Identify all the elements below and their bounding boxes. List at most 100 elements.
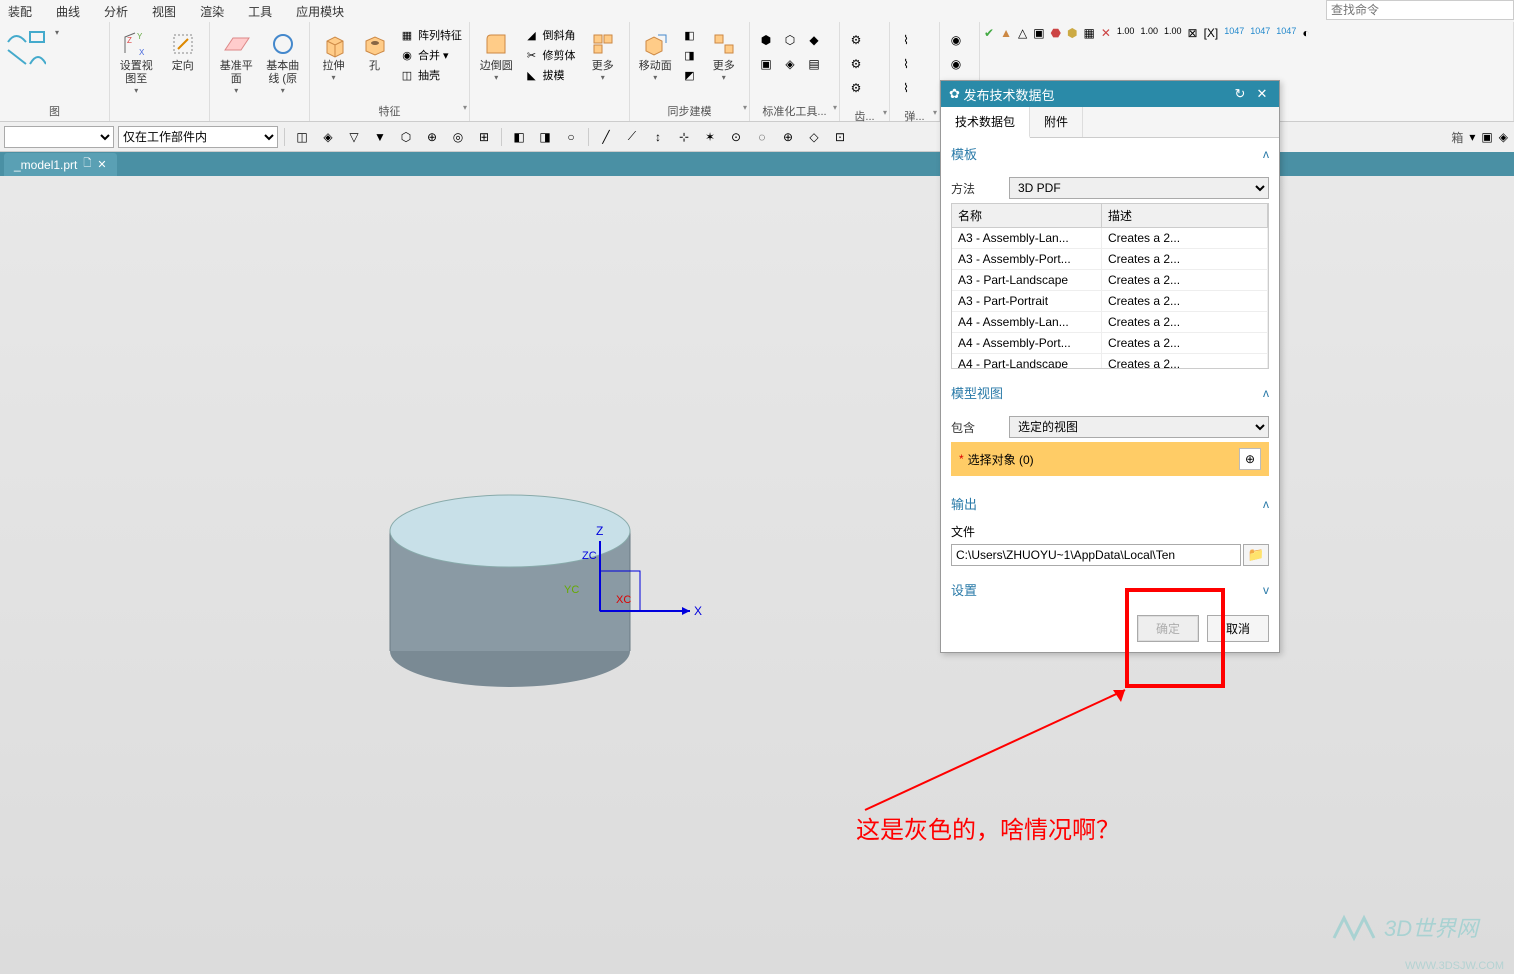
sel-filter-5[interactable]: ⬡ xyxy=(395,126,417,148)
edge-blend-button[interactable]: 边倒圆▾ xyxy=(474,26,519,84)
menu-app[interactable]: 应用模块 xyxy=(296,3,344,20)
misc-tool-3[interactable]: △ xyxy=(1018,26,1027,40)
selection-scope-1[interactable] xyxy=(4,126,114,148)
sel-tool-1[interactable]: ◧ xyxy=(508,126,530,148)
table-row[interactable]: A4 - Assembly-Port...Creates a 2... xyxy=(952,333,1268,354)
misc-tool-10[interactable]: 1.00 xyxy=(1140,26,1158,36)
sketch-line-icon[interactable] xyxy=(6,28,46,46)
close-tab-icon[interactable]: ✕ xyxy=(97,158,106,171)
misc-tool-1[interactable]: ✔ xyxy=(984,26,994,40)
extrude-button[interactable]: 拉伸▾ xyxy=(314,26,353,84)
sel-filter-2[interactable]: ◈ xyxy=(317,126,339,148)
table-row[interactable]: A3 - Part-PortraitCreates a 2... xyxy=(952,291,1268,312)
section-output-header[interactable]: 输出ʌ xyxy=(941,488,1279,519)
command-search-input[interactable] xyxy=(1326,0,1514,20)
snap-10[interactable]: ⊡ xyxy=(829,126,851,148)
file-tab-model1[interactable]: _model1.prt 🗋 ✕ xyxy=(4,153,117,176)
section-modelview-header[interactable]: 模型视图ʌ xyxy=(941,377,1279,408)
spring-tool-3[interactable]: ⌇ xyxy=(896,78,916,98)
section-settings-header[interactable]: 设置v xyxy=(941,574,1279,605)
method-select[interactable]: 3D PDF xyxy=(1009,177,1269,199)
basic-curve-button[interactable]: 基本曲 线 (原▾ xyxy=(261,26,306,97)
misc-tool-5[interactable]: ⬣ xyxy=(1051,26,1061,40)
spring-tool-2[interactable]: ⌇ xyxy=(896,54,916,74)
chamfer-button[interactable]: ◢倒斜角 xyxy=(521,26,579,44)
weld-tool-2[interactable]: ◉ xyxy=(946,54,966,74)
snap-8[interactable]: ⊕ xyxy=(777,126,799,148)
snap-3[interactable]: ↕ xyxy=(647,126,669,148)
sel-filter-4[interactable]: ▼ xyxy=(369,126,391,148)
more-feature-button[interactable]: 更多▾ xyxy=(581,26,626,84)
std-tool-2[interactable]: ⬡ xyxy=(780,30,800,50)
misc-tool-15[interactable]: 1047 xyxy=(1250,26,1270,36)
combine-button[interactable]: ◉合并 ▾ xyxy=(396,46,465,64)
file-path-input[interactable] xyxy=(951,544,1241,566)
move-face-button[interactable]: 移动面▾ xyxy=(634,26,677,84)
more-sync-button[interactable]: 更多▾ xyxy=(703,26,746,84)
table-row[interactable]: A4 - Assembly-Lan...Creates a 2... xyxy=(952,312,1268,333)
snap-2[interactable]: ⟋ xyxy=(621,126,643,148)
misc-tool-2[interactable]: ▲ xyxy=(1000,26,1012,40)
browse-button[interactable]: 📁 xyxy=(1243,544,1269,566)
misc-tool-9[interactable]: 1.00 xyxy=(1117,26,1135,36)
std-tool-4[interactable]: ▣ xyxy=(756,54,776,74)
dialog-reset-icon[interactable]: ↻ xyxy=(1231,85,1249,103)
gear-tool-1[interactable]: ⚙ xyxy=(846,30,866,50)
snap-9[interactable]: ◇ xyxy=(803,126,825,148)
surface-tool[interactable]: ◈ xyxy=(1499,130,1508,144)
sync-mini2[interactable]: ◨ xyxy=(679,46,701,64)
hole-button[interactable]: 孔 xyxy=(355,26,394,75)
snap-1[interactable]: ╱ xyxy=(595,126,617,148)
misc-tool-7[interactable]: ▦ xyxy=(1084,26,1095,40)
menu-assembly[interactable]: 装配 xyxy=(8,3,32,20)
selection-scope-2[interactable]: 仅在工作部件内 xyxy=(118,126,278,148)
menu-view[interactable]: 视图 xyxy=(152,3,176,20)
sel-filter-6[interactable]: ⊕ xyxy=(421,126,443,148)
std-tool-1[interactable]: ⬢ xyxy=(756,30,776,50)
cancel-button[interactable]: 取消 xyxy=(1207,615,1269,642)
viewport-3d[interactable]: Z X XC YC ZC xyxy=(0,176,1514,974)
sel-filter-1[interactable]: ◫ xyxy=(291,126,313,148)
misc-tool-12[interactable]: ⊠ xyxy=(1188,26,1198,40)
gear-tool-3[interactable]: ⚙ xyxy=(846,78,866,98)
table-row[interactable]: A3 - Assembly-Lan...Creates a 2... xyxy=(952,228,1268,249)
misc-tool-13[interactable]: [X] xyxy=(1204,26,1219,40)
select-object-row[interactable]: * 选择对象 (0) ⊕ xyxy=(951,442,1269,476)
sync-mini1[interactable]: ◧ xyxy=(679,26,701,44)
weld-tool-1[interactable]: ◉ xyxy=(946,30,966,50)
section-template-header[interactable]: 模板ʌ xyxy=(941,138,1279,169)
menu-render[interactable]: 渲染 xyxy=(200,3,224,20)
sync-mini3[interactable]: ◩ xyxy=(679,66,701,84)
dialog-close-icon[interactable]: ✕ xyxy=(1253,85,1271,103)
snap-5[interactable]: ✶ xyxy=(699,126,721,148)
misc-tool-14[interactable]: 1047 xyxy=(1224,26,1244,36)
snap-4[interactable]: ⊹ xyxy=(673,126,695,148)
misc-tool-6[interactable]: ⬢ xyxy=(1067,26,1077,40)
table-row[interactable]: A3 - Part-LandscapeCreates a 2... xyxy=(952,270,1268,291)
pattern-feature-button[interactable]: ▦阵列特征 xyxy=(396,26,465,44)
include-select[interactable]: 选定的视图 xyxy=(1009,416,1269,438)
table-row[interactable]: A3 - Assembly-Port...Creates a 2... xyxy=(952,249,1268,270)
misc-tool-16[interactable]: 1047 xyxy=(1276,26,1296,36)
misc-tool-4[interactable]: ▣ xyxy=(1033,26,1044,40)
display-mode[interactable]: ▣ xyxy=(1481,130,1492,144)
menu-analysis[interactable]: 分析 xyxy=(104,3,128,20)
tab-attachments[interactable]: 附件 xyxy=(1030,107,1083,137)
snap-7[interactable]: ◌ xyxy=(751,126,773,148)
gear-tool-2[interactable]: ⚙ xyxy=(846,54,866,74)
spring-tool-1[interactable]: ⌇ xyxy=(896,30,916,50)
ok-button[interactable]: 确定 xyxy=(1137,615,1199,642)
target-icon[interactable]: ⊕ xyxy=(1239,448,1261,470)
sel-tool-2[interactable]: ◨ xyxy=(534,126,556,148)
std-tool-6[interactable]: ▤ xyxy=(804,54,824,74)
std-tool-3[interactable]: ◆ xyxy=(804,30,824,50)
table-row[interactable]: A4 - Part-LandscapeCreates a 2... xyxy=(952,354,1268,368)
menu-tools[interactable]: 工具 xyxy=(248,3,272,20)
datum-plane-button[interactable]: 基准平面▾ xyxy=(214,26,259,97)
orient-button[interactable]: 定向 xyxy=(161,26,206,75)
misc-tool-11[interactable]: 1.00 xyxy=(1164,26,1182,36)
dialog-titlebar[interactable]: ✿ 发布技术数据包 ↻ ✕ xyxy=(941,81,1279,107)
misc-tool-8[interactable]: ✕ xyxy=(1101,26,1111,40)
sel-filter-7[interactable]: ◎ xyxy=(447,126,469,148)
sel-tool-3[interactable]: ○ xyxy=(560,126,582,148)
